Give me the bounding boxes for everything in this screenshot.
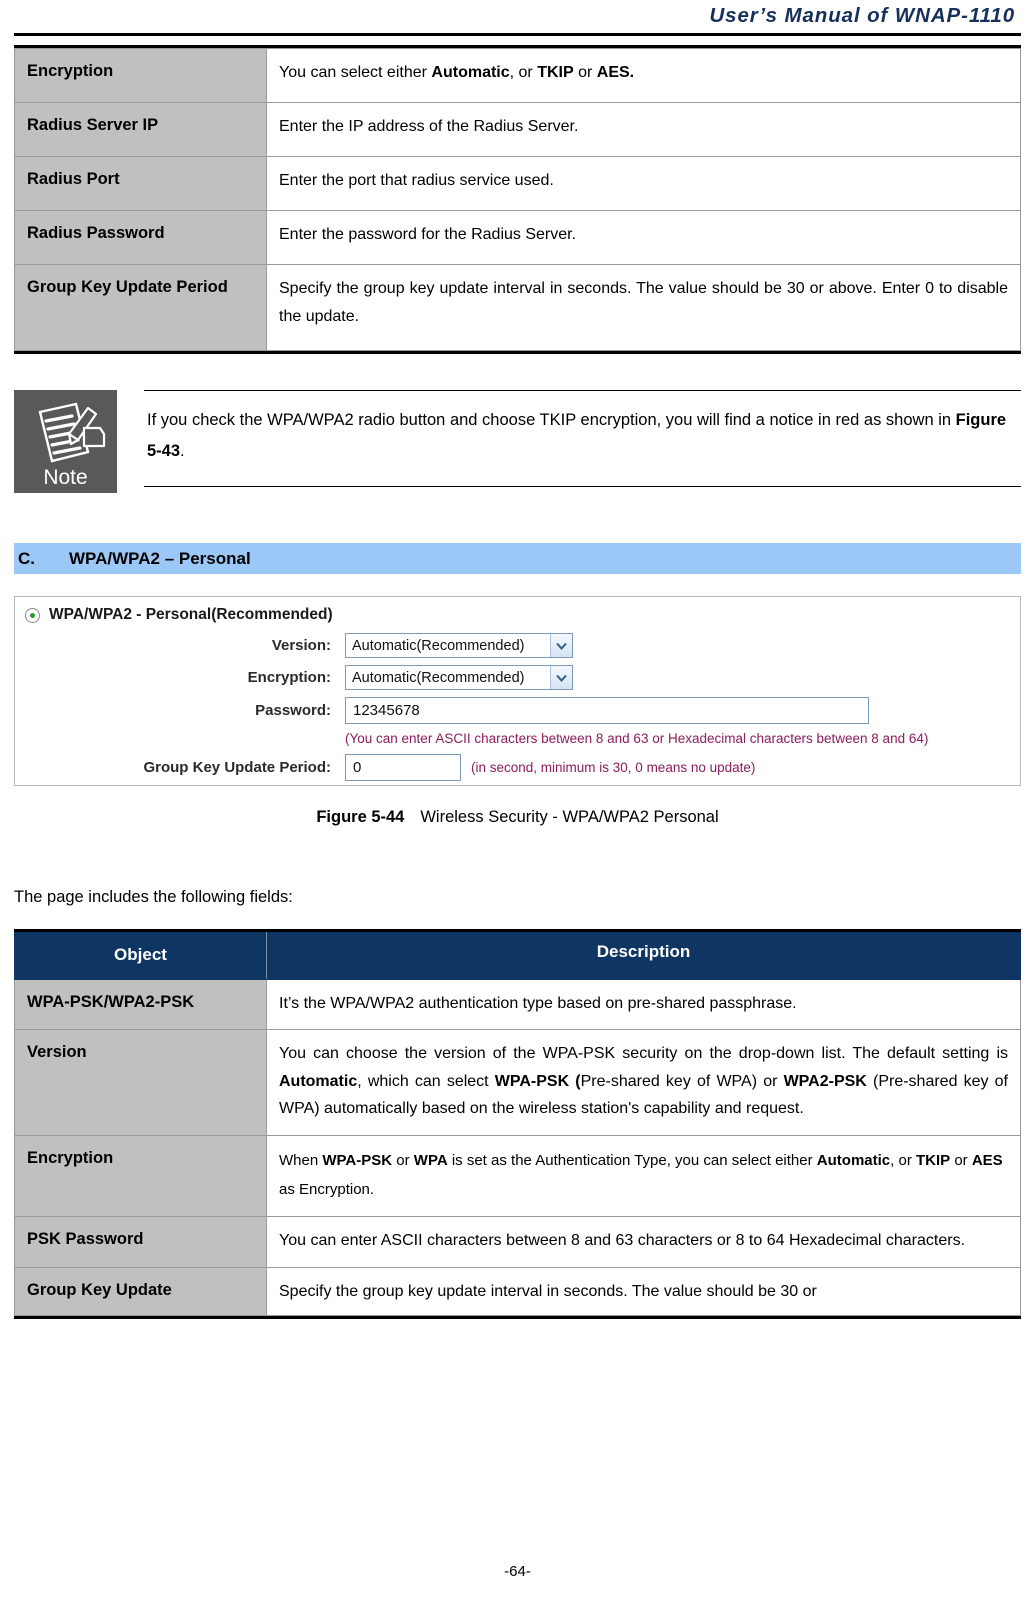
page-number: -64- xyxy=(504,1563,531,1580)
chevron-down-icon[interactable] xyxy=(550,634,572,657)
table-row: Radius Server IP Enter the IP address of… xyxy=(14,102,1021,157)
emphasis-wpa: WPA xyxy=(413,1151,448,1169)
note-figure-ref: Figure 5-43 xyxy=(147,411,1007,460)
group-key-update-period-label: Group Key Update Period: xyxy=(143,759,331,776)
emphasis-automatic: Automatic xyxy=(816,1151,891,1169)
column-header-description: Description xyxy=(266,932,1021,980)
row-object-label: PSK Password xyxy=(14,1216,267,1268)
row-object-label: Version xyxy=(14,1029,267,1136)
emphasis-aes: AES. xyxy=(596,64,635,81)
table-row: WPA-PSK/WPA2-PSK It’s the WPA/WPA2 authe… xyxy=(14,978,1021,1031)
table-radius-settings: Encryption You can select either Automat… xyxy=(14,48,1021,351)
table-row: Radius Port Enter the port that radius s… xyxy=(14,156,1021,211)
row-description: You can select either Automatic, or TKIP… xyxy=(266,48,1021,103)
manual-title: User’s Manual of WNAP-1110 xyxy=(709,4,1015,27)
row-object-label: Encryption xyxy=(14,1134,267,1218)
table-row: Encryption You can select either Automat… xyxy=(14,48,1021,103)
table-fields-bottom-rule xyxy=(14,1315,1021,1319)
figure-number: Figure 5-44 xyxy=(316,808,405,826)
group-key-update-period-input[interactable]: 0 xyxy=(345,754,461,781)
row-object-label: Radius Password xyxy=(14,210,267,265)
emphasis-aes: AES xyxy=(971,1151,1003,1169)
password-hint: (You can enter ASCII characters between … xyxy=(345,731,929,746)
note-callout: Note If you check the WPA/WPA2 radio but… xyxy=(14,390,1021,493)
version-select[interactable]: Automatic(Recommended) xyxy=(345,633,573,658)
row-object-label: Group Key Update xyxy=(14,1266,267,1316)
emphasis-tkip: TKIP xyxy=(915,1151,951,1169)
emphasis-wpa-psk: WPA-PSK ( xyxy=(494,1072,581,1090)
emphasis-wpa2-psk: WPA2-PSK xyxy=(783,1072,867,1090)
figure-caption: Figure 5-44 Wireless Security - WPA/WPA2 … xyxy=(14,808,1021,827)
table-row: Encryption When WPA-PSK or WPA is set as… xyxy=(14,1134,1021,1218)
row-description: You can choose the version of the WPA-PS… xyxy=(266,1029,1021,1136)
note-icon-label: Note xyxy=(43,466,87,489)
row-description: You can enter ASCII characters between 8… xyxy=(266,1216,1021,1268)
row-description: Enter the IP address of the Radius Serve… xyxy=(266,102,1021,157)
column-header-object: Object xyxy=(14,932,267,980)
row-object-label: Group Key Update Period xyxy=(14,264,267,351)
table-fields: Object Description WPA-PSK/WPA2-PSK It’s… xyxy=(14,932,1021,1316)
emphasis-automatic: Automatic xyxy=(431,64,510,81)
password-hint-row: (You can enter ASCII characters between … xyxy=(15,731,1020,748)
row-object-label: WPA-PSK/WPA2-PSK xyxy=(14,978,267,1031)
encryption-select[interactable]: Automatic(Recommended) xyxy=(345,665,573,690)
version-field-row: Version: Automatic(Recommended) xyxy=(15,633,1020,658)
table-row: Group Key Update Specify the group key u… xyxy=(14,1266,1021,1316)
encryption-label: Encryption: xyxy=(247,669,331,686)
section-title: WPA/WPA2 – Personal xyxy=(69,548,251,568)
row-object-label: Radius Port xyxy=(14,156,267,211)
figure-caption-text: Wireless Security - WPA/WPA2 Personal xyxy=(420,808,719,826)
encryption-field-row: Encryption: Automatic(Recommended) xyxy=(15,665,1020,690)
row-description: When WPA-PSK or WPA is set as the Authen… xyxy=(266,1134,1021,1218)
note-text: If you check the WPA/WPA2 radio button a… xyxy=(147,411,1007,460)
section-letter: C. xyxy=(18,548,35,568)
radio-label: WPA/WPA2 - Personal(Recommended) xyxy=(49,606,333,623)
emphasis-tkip: TKIP xyxy=(537,64,574,81)
table-header-row: Object Description xyxy=(14,932,1021,980)
version-select-value: Automatic(Recommended) xyxy=(352,637,525,654)
row-description: Specify the group key update interval in… xyxy=(266,1266,1021,1316)
row-description: It’s the WPA/WPA2 authentication type ba… xyxy=(266,978,1021,1031)
table-row: PSK Password You can enter ASCII charact… xyxy=(14,1216,1021,1268)
table-row: Version You can choose the version of th… xyxy=(14,1029,1021,1136)
row-description: Specify the group key update interval in… xyxy=(266,264,1021,351)
wpa-wpa2-personal-radio-row[interactable]: WPA/WPA2 - Personal(Recommended) xyxy=(15,606,1020,624)
table-row: Group Key Update Period Specify the grou… xyxy=(14,264,1021,351)
group-key-field-row: Group Key Update Period: 0 (in second, m… xyxy=(15,754,1020,781)
radio-button-icon[interactable] xyxy=(25,607,40,623)
row-description: Enter the password for the Radius Server… xyxy=(266,210,1021,265)
document-page: User’s Manual of WNAP-1110 Encryption Yo… xyxy=(0,0,1035,1598)
encryption-select-value: Automatic(Recommended) xyxy=(352,669,525,686)
row-description: Enter the port that radius service used. xyxy=(266,156,1021,211)
note-body: If you check the WPA/WPA2 radio button a… xyxy=(144,390,1021,488)
intro-paragraph: The page includes the following fields: xyxy=(14,888,293,906)
password-label: Password: xyxy=(255,702,331,719)
group-key-hint: (in second, minimum is 30, 0 means no up… xyxy=(471,760,756,775)
row-object-label: Radius Server IP xyxy=(14,102,267,157)
password-input[interactable]: 12345678 xyxy=(345,697,869,724)
emphasis-automatic: Automatic xyxy=(279,1072,358,1090)
radio-selected-dot xyxy=(30,612,35,618)
table-radius-bottom-rule xyxy=(14,351,1021,354)
note-icon: Note xyxy=(14,390,117,493)
hint-spacer xyxy=(15,731,345,748)
row-object-label: Encryption xyxy=(14,48,267,103)
version-label: Version: xyxy=(271,637,331,654)
table-row: Radius Password Enter the password for t… xyxy=(14,210,1021,265)
table-fields-wrap: Object Description WPA-PSK/WPA2-PSK It’s… xyxy=(14,929,1021,1319)
chevron-down-icon[interactable] xyxy=(550,666,572,689)
password-field-row: Password: 12345678 xyxy=(15,697,1020,724)
emphasis-wpa-psk: WPA-PSK xyxy=(322,1151,393,1169)
section-heading-bar: C. WPA/WPA2 – Personal xyxy=(14,543,1021,574)
figure-wireless-security-panel: WPA/WPA2 - Personal(Recommended) Version… xyxy=(14,596,1021,786)
document-header: User’s Manual of WNAP-1110 xyxy=(14,0,1021,28)
